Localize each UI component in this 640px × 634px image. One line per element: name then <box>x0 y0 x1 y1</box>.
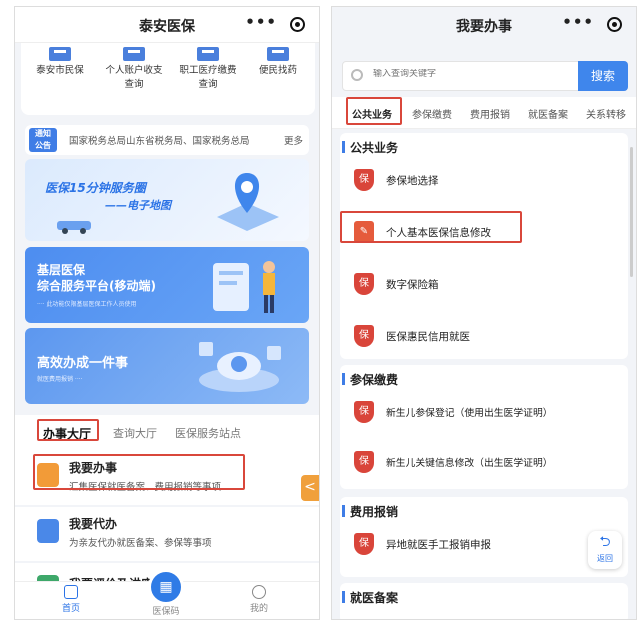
section-header: 公共业务 <box>341 141 399 155</box>
service-title: 我要代办 <box>69 517 118 531</box>
notice-badge: 通知 公告 <box>29 128 57 152</box>
tab-medical-filing[interactable]: 就医备案 <box>528 106 568 121</box>
proxy-icon <box>37 519 59 543</box>
platform-illustration <box>199 342 281 392</box>
service-subtitle: 汇集医保就医备案、费用报销等事项 <box>69 482 222 493</box>
tab-public-business[interactable]: 公共业务 <box>352 106 392 121</box>
car-illustration <box>57 221 91 234</box>
account-icon <box>123 47 145 61</box>
search-icon <box>351 69 363 81</box>
nav-mine[interactable]: 我的 <box>229 585 289 614</box>
tab-expense-reimburse[interactable]: 费用报销 <box>470 106 510 121</box>
close-miniapp-icon[interactable] <box>607 17 622 32</box>
quick-item-find-medicine[interactable]: 便民找药 <box>243 47 313 78</box>
left-phone-screen: 泰安医保 ••• 泰安市民保 个人账户收支 查询 职工医疗缴费 查询 便民找药 … <box>14 6 320 620</box>
grassroots-platform-banner[interactable]: 基层医保 综合服务平台(移动端) ···· 此功能仅限基层医保工作人员使用 <box>25 247 309 323</box>
one-thing-banner[interactable]: 高效办成一件事 就医费用报销 ···· <box>25 328 309 404</box>
do-business-icon <box>37 463 59 487</box>
map-banner[interactable]: 医保15分钟服务圈 ——电子地图 <box>25 159 309 241</box>
title-bar: 泰安医保 ••• <box>15 7 319 43</box>
insurance-shield-icon: 保 <box>354 273 374 295</box>
notice-more-link[interactable]: 更多 <box>284 133 303 147</box>
user-icon <box>252 585 266 599</box>
service-subtitle: 为亲友代办就医备案、参保等事项 <box>69 538 212 549</box>
insurance-shield-icon: 保 <box>354 169 374 191</box>
list-item[interactable]: ✎ 个人基本医保信息修改 <box>340 213 628 253</box>
back-button[interactable]: ⮌ 返回 <box>588 531 622 569</box>
quick-item-minbao[interactable]: 泰安市民保 <box>25 47 95 78</box>
search-bar: 搜索 <box>342 61 628 91</box>
minbao-icon <box>49 47 71 61</box>
platform-title-line2: 综合服务平台(移动端) <box>37 279 156 293</box>
list-item[interactable]: 保 新生儿关键信息修改（出生医学证明） <box>340 443 628 483</box>
notice-bar[interactable]: 通知 公告 国家税务总局山东省税务局、国家税务总局 更多 <box>25 125 309 155</box>
insurance-shield-icon: 保 <box>354 451 374 473</box>
close-miniapp-icon[interactable] <box>290 17 305 32</box>
insurance-shield-icon: 保 <box>354 325 374 347</box>
list-item[interactable]: 保 医保惠民信用就医 <box>340 317 628 357</box>
edit-document-icon: ✎ <box>354 221 374 243</box>
platform-subtitle: ···· 此功能仅限基层医保工作人员使用 <box>37 301 137 308</box>
one-thing-title: 高效办成一件事 <box>37 356 129 371</box>
notice-text[interactable]: 国家税务总局山东省税务局、国家税务总局 <box>69 133 279 147</box>
section-header: 参保缴费 <box>341 373 399 387</box>
list-item[interactable]: 保 参保地选择 <box>340 161 628 201</box>
right-phone-screen: 我要办事 ••• 搜索 公共业务 参保缴费 费用报销 就医备案 关系转移 公共业… <box>331 6 637 620</box>
platform-title-line1: 基层医保 <box>37 263 86 277</box>
return-arrow-icon: ⮌ <box>599 534 611 550</box>
list-item[interactable]: 保 新生儿参保登记（使用出生医学证明） <box>340 393 628 433</box>
title-bar: 我要办事 ••• <box>332 7 636 43</box>
quick-item-payment-query[interactable]: 职工医疗缴费 查询 <box>173 47 243 92</box>
nav-medical-code[interactable]: 医保码 <box>136 604 196 617</box>
map-banner-title: 医保15分钟服务圈 <box>45 181 146 195</box>
insurance-shield-icon: 保 <box>354 533 374 555</box>
one-thing-subtitle: 就医费用报销 ···· <box>37 376 83 383</box>
more-menu-icon[interactable]: ••• <box>562 13 594 31</box>
section-header: 费用报销 <box>341 505 399 519</box>
search-input[interactable] <box>373 69 553 79</box>
qr-code-button[interactable]: ▦ <box>148 569 184 605</box>
section-medical-filing: 就医备案 <box>340 583 628 619</box>
category-tabs: 公共业务 参保缴费 费用报销 就医备案 关系转移 <box>332 97 636 129</box>
home-icon <box>64 585 78 599</box>
tab-query-hall[interactable]: 查询大厅 <box>113 425 157 441</box>
hall-tabs: 办事大厅 查询大厅 医保服务站点 <box>15 415 319 451</box>
tab-service-stations[interactable]: 医保服务站点 <box>175 425 241 441</box>
map-banner-subtitle: ——电子地图 <box>105 199 171 212</box>
tab-relation-transfer[interactable]: 关系转移 <box>586 106 626 121</box>
section-header: 就医备案 <box>341 591 399 605</box>
quick-item-account-query[interactable]: 个人账户收支 查询 <box>99 47 169 92</box>
more-menu-icon[interactable]: ••• <box>245 13 277 31</box>
service-item-do-business[interactable]: 我要办事 汇集医保就医备案、费用报销等事项 <box>15 451 319 505</box>
quick-services-card: 泰安市民保 个人账户收支 查询 职工医疗缴费 查询 便民找药 <box>21 43 315 115</box>
service-title: 我要办事 <box>69 461 118 475</box>
worker-illustration <box>213 261 275 313</box>
payment-icon <box>197 47 219 61</box>
medicine-icon <box>267 47 289 61</box>
scrollbar[interactable] <box>630 147 633 277</box>
nav-home[interactable]: 首页 <box>41 585 101 614</box>
section-public-business: 公共业务 保 参保地选择 ✎ 个人基本医保信息修改 保 数字保险箱 保 医保惠民… <box>340 133 628 359</box>
service-item-proxy[interactable]: 我要代办 为亲友代办就医备案、参保等事项 <box>15 507 319 561</box>
map-pin-illustration <box>217 173 279 231</box>
search-button[interactable]: 搜索 <box>578 61 628 91</box>
list-item[interactable]: 保 数字保险箱 <box>340 265 628 305</box>
tab-insurance-payment[interactable]: 参保缴费 <box>412 106 452 121</box>
side-collapse-button[interactable]: < <box>301 475 319 501</box>
section-insurance-payment: 参保缴费 保 新生儿参保登记（使用出生医学证明） 保 新生儿关键信息修改（出生医… <box>340 365 628 489</box>
list-item[interactable]: 保 异地就医手工报销申报 <box>340 525 628 565</box>
tab-service-hall[interactable]: 办事大厅 <box>43 425 91 442</box>
section-expense-reimburse: 费用报销 保 异地就医手工报销申报 <box>340 497 628 577</box>
insurance-shield-icon: 保 <box>354 401 374 423</box>
